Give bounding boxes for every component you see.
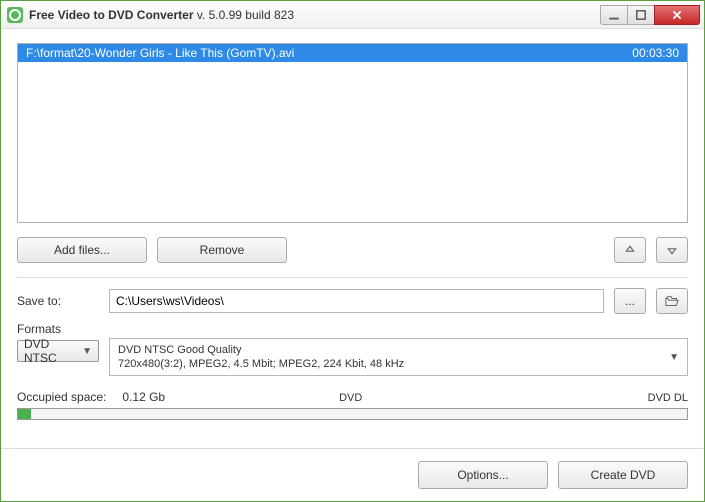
- browse-button[interactable]: ...: [614, 288, 646, 314]
- minimize-button[interactable]: [600, 5, 628, 25]
- divider: [17, 277, 688, 278]
- file-path: F:\format\20-Wonder Girls - Like This (G…: [26, 46, 294, 60]
- occupied-progress: [17, 408, 688, 420]
- mark-dvd: DVD: [339, 392, 362, 404]
- chevron-down-icon: ▼: [82, 346, 92, 357]
- window-controls: [601, 5, 700, 25]
- file-duration: 00:03:30: [632, 46, 679, 60]
- close-button[interactable]: [654, 5, 700, 25]
- minimize-icon: [608, 9, 620, 21]
- create-dvd-button[interactable]: Create DVD: [558, 461, 688, 489]
- app-version: v. 5.0.99 build 823: [193, 8, 294, 22]
- app-window: Free Video to DVD Converter v. 5.0.99 bu…: [0, 0, 705, 502]
- file-buttons-row: Add files... Remove: [17, 237, 688, 263]
- maximize-icon: [635, 9, 647, 21]
- quality-select[interactable]: DVD NTSC Good Quality 720x480(3:2), MPEG…: [109, 338, 688, 376]
- quality-title: DVD NTSC Good Quality: [118, 343, 404, 357]
- content-area: F:\format\20-Wonder Girls - Like This (G…: [1, 29, 704, 448]
- app-icon: [7, 7, 23, 23]
- file-list[interactable]: F:\format\20-Wonder Girls - Like This (G…: [17, 43, 688, 223]
- save-to-label: Save to:: [17, 294, 99, 308]
- footer: Options... Create DVD: [1, 448, 704, 501]
- remove-button[interactable]: Remove: [157, 237, 287, 263]
- format-select[interactable]: DVD NTSC ▼: [17, 340, 99, 362]
- move-up-button[interactable]: [614, 237, 646, 263]
- file-row[interactable]: F:\format\20-Wonder Girls - Like This (G…: [18, 44, 687, 62]
- save-to-input[interactable]: [109, 289, 604, 313]
- titlebar[interactable]: Free Video to DVD Converter v. 5.0.99 bu…: [1, 1, 704, 29]
- close-icon: [671, 9, 683, 21]
- chevron-down-icon: ▼: [669, 352, 679, 363]
- folder-open-icon: [665, 295, 679, 307]
- quality-detail: 720x480(3:2), MPEG2, 4.5 Mbit; MPEG2, 22…: [118, 357, 404, 371]
- open-folder-button[interactable]: [656, 288, 688, 314]
- move-down-button[interactable]: [656, 237, 688, 263]
- quality-text: DVD NTSC Good Quality 720x480(3:2), MPEG…: [118, 343, 404, 372]
- formats-row: Formats DVD NTSC ▼ DVD NTSC Good Quality…: [17, 322, 688, 376]
- progress-wrap: DVD DVD DL: [17, 408, 688, 420]
- formats-column: Formats DVD NTSC ▼: [17, 322, 99, 362]
- app-name: Free Video to DVD Converter: [29, 8, 193, 22]
- options-button[interactable]: Options...: [418, 461, 548, 489]
- format-select-value: DVD NTSC: [24, 337, 82, 365]
- save-to-row: Save to: ...: [17, 288, 688, 314]
- formats-label: Formats: [17, 322, 99, 336]
- window-title: Free Video to DVD Converter v. 5.0.99 bu…: [29, 8, 601, 22]
- progress-fill: [18, 409, 31, 419]
- add-files-button[interactable]: Add files...: [17, 237, 147, 263]
- mark-dvd-dl: DVD DL: [648, 392, 688, 404]
- progress-marks: DVD DVD DL: [17, 392, 688, 404]
- maximize-button[interactable]: [627, 5, 655, 25]
- arrow-down-icon: [666, 244, 678, 256]
- arrow-up-icon: [624, 244, 636, 256]
